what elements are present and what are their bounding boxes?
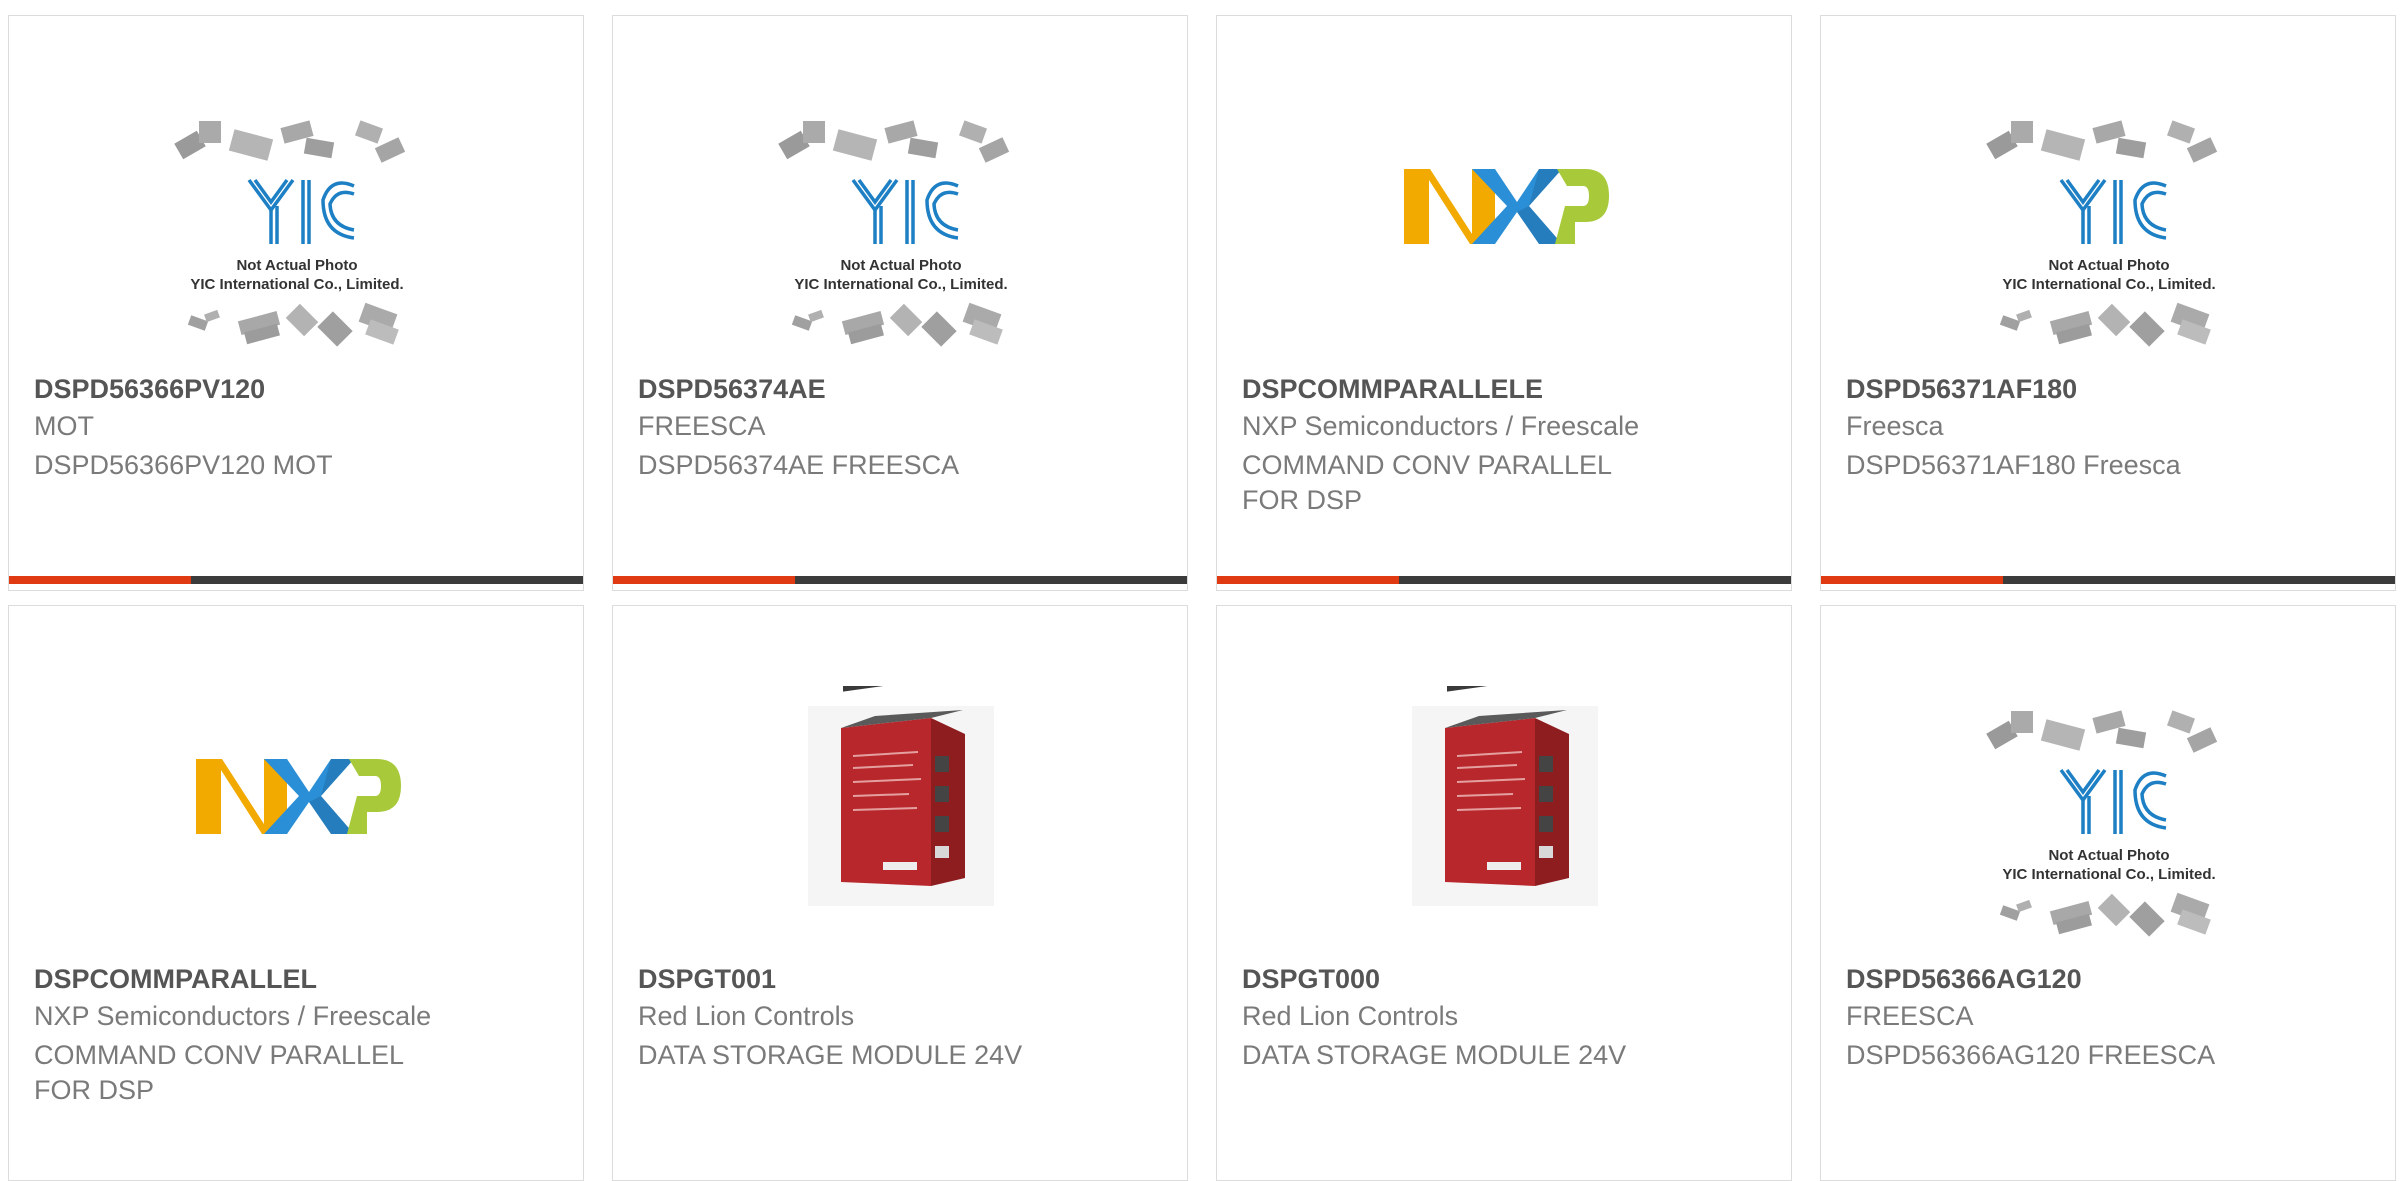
manufacturer: FREESCA (1846, 1001, 1974, 1031)
chip-package-icon (1986, 710, 2218, 753)
not-actual-photo-image[interactable]: Not Actual Photo YIC International Co., … (1821, 686, 2395, 946)
card-accent (1217, 576, 1399, 584)
red-module-icon (1412, 673, 1598, 906)
card-accent (1821, 576, 2003, 584)
product-card[interactable]: Not Actual Photo YIC International Co., … (612, 15, 1188, 591)
product-card[interactable]: Not Actual Photo YIC International Co., … (1820, 15, 2396, 591)
yic-caption-line2: YIC International Co., Limited. (2002, 276, 2215, 293)
manufacturer: NXP Semiconductors / Freescale (34, 1001, 432, 1031)
product-description: DATA STORAGE MODULE 24V (1242, 1040, 1627, 1070)
yic-caption-line1: Not Actual Photo (840, 257, 961, 274)
product-card[interactable]: DSPGT001 Red Lion Controls DATA STORAGE … (612, 605, 1188, 1181)
chip-package-icon (778, 120, 1010, 163)
chip-package-icon (791, 302, 1003, 347)
product-name[interactable]: DSPGT001 (638, 964, 776, 995)
yic-logo-icon (2059, 768, 2167, 834)
yic-logo-icon (247, 178, 355, 244)
product-card[interactable]: Not Actual Photo YIC International Co., … (8, 15, 584, 591)
product-description: COMMAND CONV PARALLEL FOR DSP (34, 1040, 404, 1105)
card-accent (613, 576, 795, 584)
card-bottom-bar (9, 576, 583, 584)
yic-placeholder-graphic: Not Actual Photo YIC International Co., … (1986, 120, 2218, 347)
product-card[interactable]: DSPCOMMPARALLELE NXP Semiconductors / Fr… (1216, 15, 1792, 591)
nxp-logo-image[interactable] (1217, 96, 1791, 356)
manufacturer: NXP Semiconductors / Freescale (1242, 411, 1640, 441)
card-bottom-bar (613, 576, 1187, 584)
manufacturer: Freesca (1846, 411, 1944, 441)
product-description: DSPD56374AE FREESCA (638, 450, 960, 480)
yic-caption-line1: Not Actual Photo (236, 257, 357, 274)
product-description: DSPD56371AF180 Freesca (1846, 450, 2181, 480)
chip-package-icon (174, 120, 406, 163)
chip-package-icon (1999, 302, 2211, 347)
card-bottom-bar (1821, 576, 2395, 584)
yic-caption-line2: YIC International Co., Limited. (2002, 866, 2215, 883)
yic-caption-line2: YIC International Co., Limited. (190, 276, 403, 293)
manufacturer: Red Lion Controls (638, 1001, 855, 1031)
product-card[interactable]: DSPCOMMPARALLEL NXP Semiconductors / Fre… (8, 605, 584, 1181)
yic-placeholder-graphic: Not Actual Photo YIC International Co., … (174, 120, 406, 347)
product-photo-image[interactable] (613, 673, 1187, 946)
product-name[interactable]: DSPCOMMPARALLELE (1242, 374, 1543, 405)
product-card[interactable]: DSPGT000 Red Lion Controls DATA STORAGE … (1216, 605, 1792, 1181)
manufacturer: Red Lion Controls (1242, 1001, 1459, 1031)
card-accent (9, 576, 191, 584)
yic-caption-line2: YIC International Co., Limited. (794, 276, 1007, 293)
product-card[interactable]: Not Actual Photo YIC International Co., … (1820, 605, 2396, 1181)
product-description: COMMAND CONV PARALLEL FOR DSP (1242, 450, 1612, 515)
product-name[interactable]: DSPD56374AE (638, 374, 826, 405)
yic-caption-line1: Not Actual Photo (2048, 257, 2169, 274)
product-description: DSPD56366AG120 FREESCA (1846, 1040, 2216, 1070)
not-actual-photo-image[interactable]: Not Actual Photo YIC International Co., … (1821, 96, 2395, 356)
card-bottom-bar (1217, 576, 1791, 584)
product-description: DATA STORAGE MODULE 24V (638, 1040, 1023, 1070)
not-actual-photo-image[interactable]: Not Actual Photo YIC International Co., … (9, 96, 583, 356)
yic-placeholder-graphic: Not Actual Photo YIC International Co., … (778, 120, 1010, 347)
manufacturer: MOT (34, 411, 94, 441)
product-photo-image[interactable] (1217, 673, 1791, 946)
product-description: DSPD56366PV120 MOT (34, 450, 333, 480)
product-name[interactable]: DSPGT000 (1242, 964, 1380, 995)
nxp-logo-icon (1404, 169, 1609, 244)
yic-logo-icon (851, 178, 959, 244)
nxp-logo-icon (196, 759, 401, 834)
yic-logo-icon (2059, 178, 2167, 244)
yic-caption-line1: Not Actual Photo (2048, 847, 2169, 864)
product-name[interactable]: DSPD56371AF180 (1846, 374, 2077, 405)
chip-package-icon (1986, 120, 2218, 163)
product-name[interactable]: DSPD56366AG120 (1846, 964, 2082, 995)
not-actual-photo-image[interactable]: Not Actual Photo YIC International Co., … (613, 96, 1187, 356)
chip-package-icon (187, 302, 399, 347)
yic-placeholder-graphic: Not Actual Photo YIC International Co., … (1986, 710, 2218, 937)
red-module-icon (808, 673, 994, 906)
nxp-logo-image[interactable] (9, 686, 583, 946)
manufacturer: FREESCA (638, 411, 766, 441)
product-name[interactable]: DSPCOMMPARALLEL (34, 964, 317, 995)
product-name[interactable]: DSPD56366PV120 (34, 374, 265, 405)
chip-package-icon (1999, 892, 2211, 937)
